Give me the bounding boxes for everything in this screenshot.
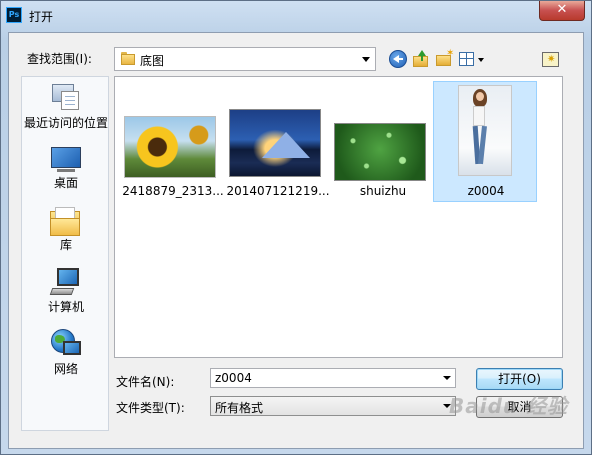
libraries-icon [49,207,81,237]
open-dialog-window: Ps 打开 ✕ 查找范围(I): 底图 ✶ ✷ 最近访问的位置 桌面 库 计算机… [0,0,592,455]
image-thumbnail [229,109,321,177]
filetype-label: 文件类型(T): [116,401,185,415]
place-recent[interactable]: 最近访问的位置 [22,81,110,139]
title-bar[interactable]: Ps 打开 ✕ [1,1,591,32]
place-label: 计算机 [47,300,84,314]
filename-input[interactable] [210,368,456,388]
back-button[interactable] [389,50,407,68]
filetype-value: 所有格式 [215,401,264,415]
lookin-dropdown[interactable]: 底图 [114,47,376,71]
place-label: 网络 [53,362,78,376]
lookin-value: 底图 [140,54,165,68]
place-desktop[interactable]: 桌面 [22,145,110,203]
image-thumbnail [124,116,216,178]
photoshop-app-icon: Ps [6,7,22,23]
image-thumbnail [458,85,512,176]
file-name: z0004 [467,184,505,198]
place-network[interactable]: 网络 [22,329,110,387]
watermark: Baidu 经验 [449,394,569,418]
chevron-down-icon[interactable] [443,376,451,380]
place-label: 库 [59,238,72,252]
up-folder-button[interactable] [412,50,430,68]
open-button[interactable]: 打开(O) [476,368,563,390]
recent-places-icon [49,81,81,111]
computer-icon [49,268,81,298]
new-folder-button[interactable]: ✶ [435,49,454,68]
filename-label: 文件名(N): [116,375,175,389]
file-name: 2418879_2313... [122,184,224,198]
places-bar: 最近访问的位置 桌面 库 计算机 网络 [21,76,109,431]
file-name: 201407121219... [226,184,330,198]
place-computer[interactable]: 计算机 [22,268,110,326]
network-icon [49,329,81,359]
file-name: shuizhu [359,184,407,198]
image-preview-button[interactable]: ✷ [542,52,559,67]
file-item-selected[interactable]: z0004 [433,81,537,202]
place-libraries[interactable]: 库 [22,207,110,265]
close-button[interactable]: ✕ [539,1,585,21]
file-item[interactable]: shuizhu [331,81,435,201]
place-label: 桌面 [53,176,78,190]
folder-icon [121,52,135,65]
file-item[interactable]: 2418879_2313... [121,81,225,201]
desktop-icon [49,145,81,175]
file-list[interactable]: 2418879_2313... 201407121219... shuizhu … [114,76,563,358]
chevron-down-icon [362,57,370,62]
lookin-label: 查找范围(I): [27,52,92,66]
filetype-select[interactable]: 所有格式 [210,396,456,416]
chevron-down-icon [478,58,484,62]
views-grid-icon [459,52,474,66]
views-menu-button[interactable] [459,50,487,68]
place-label: 最近访问的位置 [23,116,108,130]
window-title: 打开 [29,10,54,24]
image-preview-icon: ✷ [547,54,556,65]
file-item[interactable]: 201407121219... [226,81,330,201]
image-thumbnail [334,123,426,181]
